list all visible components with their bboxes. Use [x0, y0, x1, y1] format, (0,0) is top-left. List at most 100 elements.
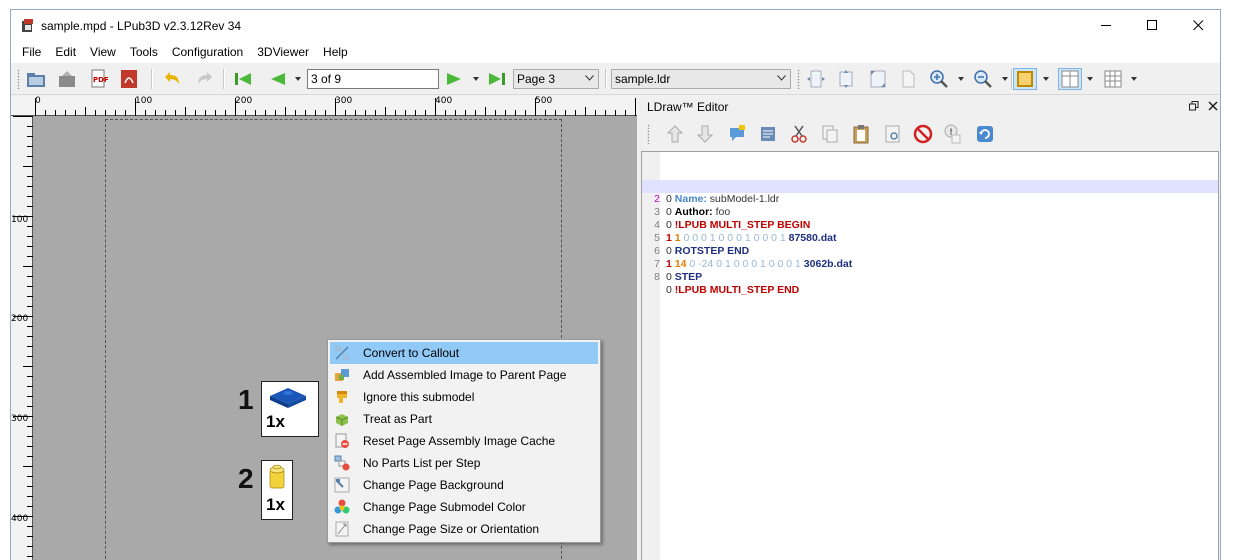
menu-tools[interactable]: Tools: [123, 41, 165, 63]
export-pdf-button[interactable]: [117, 68, 141, 90]
previous-page-dropdown-icon[interactable]: [295, 77, 301, 81]
comment-button[interactable]: [725, 123, 749, 145]
menu-item-change-page-size[interactable]: Change Page Size or Orientation: [330, 518, 598, 540]
maximize-icon: [1146, 20, 1157, 30]
menu-item-label: No Parts List per Step: [363, 456, 481, 470]
menu-file[interactable]: File: [15, 41, 48, 63]
window-title: sample.mpd - LPub3D v2.3.12Rev 34: [41, 19, 242, 33]
zoom-out-button[interactable]: [971, 68, 995, 90]
minimize-button[interactable]: [1083, 10, 1129, 41]
menu-item-change-background[interactable]: Change Page Background: [330, 474, 598, 496]
arrow-down-icon: [696, 125, 714, 143]
redo-button[interactable]: [192, 68, 216, 90]
show-page-boundary-button[interactable]: [1013, 68, 1037, 90]
fit-width-icon: [807, 70, 825, 88]
code-line[interactable]: 8 0 !LPUB MULTI_STEP END: [642, 258, 1218, 296]
code-line-current[interactable]: 2 0 Author: foo: [642, 180, 1218, 218]
step-number[interactable]: 2: [238, 463, 254, 495]
menu-3dviewer[interactable]: 3DViewer: [250, 41, 316, 63]
toolbar-grip[interactable]: [17, 69, 20, 89]
actual-size-button[interactable]: [896, 68, 920, 90]
model-select[interactable]: sample.ldr: [611, 69, 791, 89]
page-number-field[interactable]: [307, 69, 439, 89]
move-up-button[interactable]: [663, 123, 687, 145]
menu-item-label: Convert to Callout: [363, 346, 460, 360]
close-button[interactable]: [1175, 10, 1220, 41]
menu-item-change-submodel-color[interactable]: Change Page Submodel Color: [330, 496, 598, 518]
page-select[interactable]: Page 3: [513, 69, 599, 89]
grid-dropdown-icon[interactable]: [1131, 77, 1137, 81]
menu-view[interactable]: View: [83, 41, 123, 63]
menu-configuration[interactable]: Configuration: [165, 41, 250, 63]
zoom-in-button[interactable]: [927, 68, 951, 90]
page-boundary-icon: [1017, 71, 1033, 87]
undo-icon: [165, 72, 179, 84]
code-line[interactable]: 4 1 1 0 0 0 1 0 0 0 1 0 0 0 1 87580.dat: [642, 206, 1218, 244]
menu-item-no-parts-list[interactable]: No Parts List per Step: [330, 452, 598, 474]
delete-button[interactable]: [911, 123, 935, 145]
ruler-icon: [1061, 70, 1079, 88]
menu-item-ignore-submodel[interactable]: Ignore this submodel: [330, 386, 598, 408]
page-boundary-dropdown-icon[interactable]: [1043, 77, 1049, 81]
code-line[interactable]: 5 0 ROTSTEP END: [642, 219, 1218, 257]
open-folder-icon: [27, 73, 45, 87]
code-line[interactable]: 3 0 !LPUB MULTI_STEP BEGIN: [642, 193, 1218, 231]
ruler-dropdown-icon[interactable]: [1087, 77, 1093, 81]
fit-height-button[interactable]: [834, 68, 858, 90]
code-line[interactable]: 6 1 14 0 -24 0 1 0 0 0 1 0 0 0 1 3062b.d…: [642, 232, 1218, 270]
code-line[interactable]: 7 0 STEP: [642, 245, 1218, 283]
paste-icon: [853, 125, 869, 144]
cut-button[interactable]: [787, 123, 811, 145]
fit-width-button[interactable]: [804, 68, 828, 90]
fit-page-button[interactable]: [866, 68, 890, 90]
float-icon[interactable]: [1189, 101, 1199, 111]
menu-help[interactable]: Help: [316, 41, 355, 63]
paste-button[interactable]: [849, 123, 873, 145]
menu-item-convert-to-callout[interactable]: Convert to Callout: [330, 342, 598, 364]
app-window: sample.mpd - LPub3D v2.3.12Rev 34 File E…: [10, 9, 1221, 560]
last-page-button[interactable]: [485, 68, 509, 90]
format-button[interactable]: [756, 123, 780, 145]
page-select-value: Page 3: [517, 72, 556, 86]
toolbar-grip[interactable]: [797, 69, 800, 89]
move-down-button[interactable]: [693, 123, 717, 145]
ruler-label: 100: [135, 96, 153, 106]
previous-page-icon: [271, 73, 285, 85]
code-token: 0: [666, 284, 675, 296]
previous-page-button[interactable]: [265, 68, 289, 90]
toolbar-grip[interactable]: [647, 124, 650, 144]
first-page-icon: [235, 73, 251, 85]
parts-list[interactable]: 1x: [261, 381, 319, 437]
ruler-label: 100: [11, 215, 29, 225]
next-page-dropdown-icon[interactable]: [473, 77, 479, 81]
menu-edit[interactable]: Edit: [48, 41, 83, 63]
parts-list[interactable]: 1x: [261, 460, 293, 520]
maximize-button[interactable]: [1129, 10, 1175, 41]
save-icon: [59, 71, 75, 87]
save-button[interactable]: [55, 68, 79, 90]
submodel-color-icon: [334, 499, 350, 514]
menu-item-reset-assembly-cache[interactable]: Reset Page Assembly Image Cache: [330, 430, 598, 452]
plate-part-icon: [270, 388, 306, 408]
info-button[interactable]: !: [941, 123, 965, 145]
refresh-button[interactable]: [973, 123, 997, 145]
print-pdf-button[interactable]: PDF: [86, 68, 110, 90]
menu-item-label: Ignore this submodel: [363, 390, 475, 404]
grid-button[interactable]: [1101, 68, 1125, 90]
menu-item-add-assembled-image[interactable]: Add Assembled Image to Parent Page: [330, 364, 598, 386]
copy-button[interactable]: [818, 123, 842, 145]
step-number[interactable]: 1: [238, 384, 254, 416]
ldraw-editor[interactable]: 1 0 Name: subModel-1.ldr 2 0 Author: foo…: [641, 151, 1219, 560]
open-button[interactable]: [24, 68, 48, 90]
zoom-in-dropdown-icon[interactable]: [958, 77, 964, 81]
undo-button[interactable]: [161, 68, 185, 90]
zoom-out-dropdown-icon[interactable]: [1002, 77, 1008, 81]
horizontal-ruler: 0 100 200 300 400 500: [11, 96, 637, 116]
menu-item-treat-as-part[interactable]: Treat as Part: [330, 408, 598, 430]
next-page-button[interactable]: [443, 68, 467, 90]
page-ruler-button[interactable]: [1058, 68, 1082, 90]
close-icon[interactable]: [1208, 101, 1218, 111]
preview-button[interactable]: [881, 123, 905, 145]
code-line[interactable]: 1 0 Name: subModel-1.ldr: [642, 167, 1218, 205]
first-page-button[interactable]: [231, 68, 255, 90]
